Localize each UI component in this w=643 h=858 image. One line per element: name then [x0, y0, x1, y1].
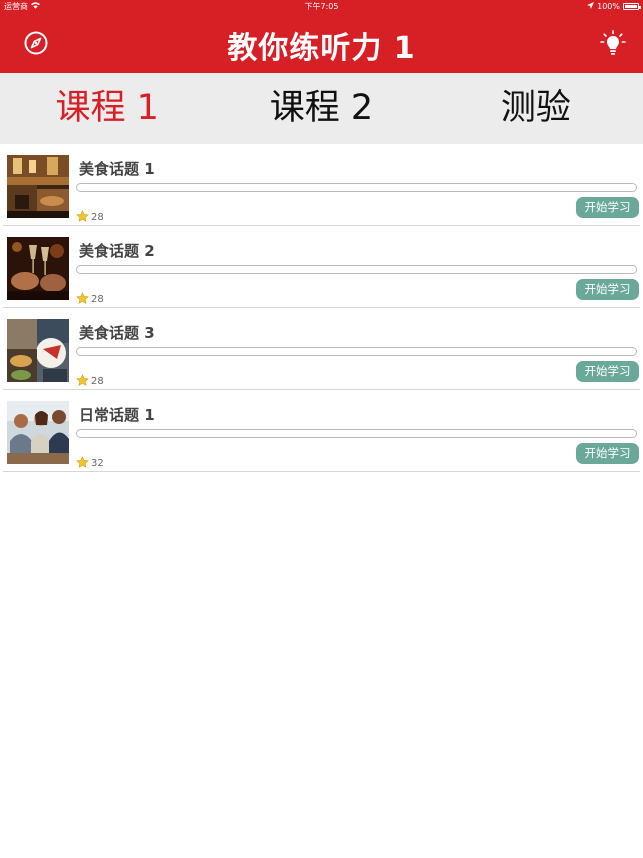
lesson-title: 美食话题 1 — [79, 160, 155, 178]
lesson-row[interactable]: 美食话题 1 28 开始学习 — [3, 144, 640, 226]
lesson-list: 美食话题 1 28 开始学习 美食话题 2 28 开始学习 美食话题 3 28 … — [0, 144, 643, 472]
status-bar: 运营商 下午7:05 100% — [0, 0, 643, 13]
page-title: 教你练听力 1 — [227, 31, 416, 66]
lesson-thumbnail — [7, 155, 69, 218]
star-icon — [76, 290, 89, 309]
start-learning-button[interactable]: 开始学习 — [576, 279, 639, 300]
lesson-row[interactable]: 日常话题 1 32 开始学习 — [3, 390, 640, 472]
lesson-count-value: 32 — [91, 458, 104, 469]
lesson-thumbnail — [7, 319, 69, 382]
star-icon — [76, 372, 89, 391]
lesson-progress-bar — [76, 347, 637, 356]
course-tabs: 课程 1 课程 2 测验 — [0, 73, 643, 144]
tab-course-2[interactable]: 课程 2 — [214, 73, 428, 144]
lightbulb-icon[interactable] — [600, 30, 626, 56]
star-icon — [76, 208, 89, 227]
lesson-count: 28 — [76, 208, 104, 227]
lesson-count-value: 28 — [91, 294, 104, 305]
lesson-progress-bar — [76, 265, 637, 274]
lesson-count-value: 28 — [91, 376, 104, 387]
lesson-row[interactable]: 美食话题 2 28 开始学习 — [3, 226, 640, 308]
start-learning-button[interactable]: 开始学习 — [576, 361, 639, 382]
start-learning-button[interactable]: 开始学习 — [576, 443, 639, 464]
lesson-progress-bar — [76, 183, 637, 192]
tab-course-1[interactable]: 课程 1 — [0, 73, 214, 144]
battery-icon — [623, 3, 641, 10]
lesson-row[interactable]: 美食话题 3 28 开始学习 — [3, 308, 640, 390]
lesson-title: 美食话题 2 — [79, 242, 155, 260]
tab-quiz[interactable]: 测验 — [429, 73, 643, 144]
lesson-count: 28 — [76, 290, 104, 309]
star-icon — [76, 454, 89, 473]
lesson-thumbnail — [7, 237, 69, 300]
lesson-thumbnail — [7, 401, 69, 464]
lesson-count: 32 — [76, 454, 104, 473]
location-arrow-icon — [587, 0, 595, 13]
start-learning-button[interactable]: 开始学习 — [576, 197, 639, 218]
battery-percent: 100% — [597, 2, 620, 11]
lesson-title: 美食话题 3 — [79, 324, 155, 342]
nav-bar: 教你练听力 1 — [0, 13, 643, 73]
lesson-title: 日常话题 1 — [79, 406, 155, 424]
lesson-progress-bar — [76, 429, 637, 438]
status-time: 下午7:05 — [304, 2, 339, 11]
lesson-count-value: 28 — [91, 212, 104, 223]
lesson-count: 28 — [76, 372, 104, 391]
